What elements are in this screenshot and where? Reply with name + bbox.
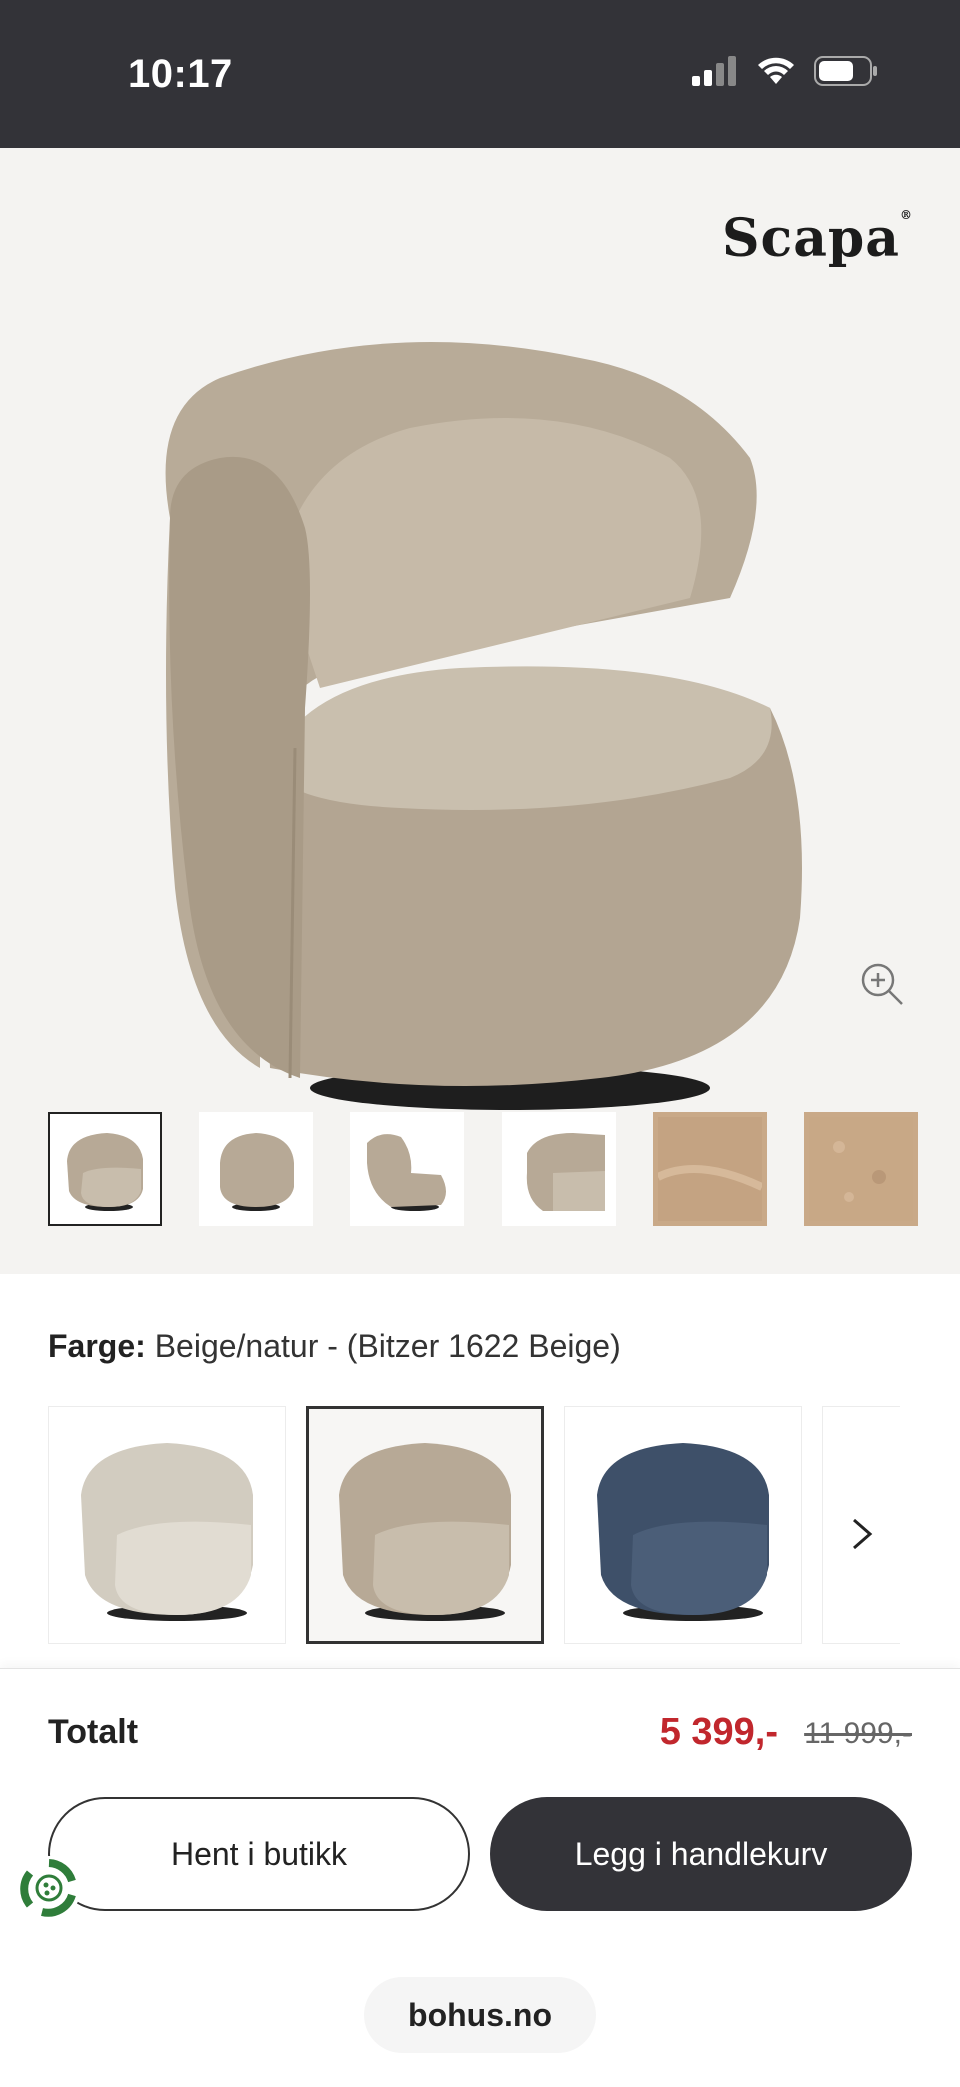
battery-icon — [814, 56, 877, 86]
add-to-cart-button[interactable]: Legg i handlekurv — [490, 1797, 912, 1911]
product-gallery: Scapa® — [0, 148, 960, 1274]
browser-url-pill[interactable]: bohus.no — [364, 1977, 596, 2053]
color-section: Farge: Beige/natur - (Bitzer 1622 Beige) — [0, 1274, 960, 1674]
color-variant-light[interactable] — [48, 1406, 286, 1644]
color-label: Farge: — [48, 1328, 146, 1364]
status-time: 10:17 — [128, 52, 233, 96]
brand-name: Scapa — [722, 208, 900, 269]
thumbnail-chair-side[interactable] — [350, 1112, 465, 1226]
thumbnail-fabric-closeup[interactable] — [803, 1112, 918, 1226]
wifi-icon — [758, 57, 794, 84]
fabric-closeup-image — [808, 1117, 913, 1221]
thumbnail-chair-angle[interactable] — [501, 1112, 616, 1226]
variant-chair-image — [339, 1443, 511, 1621]
chevron-right-icon[interactable] — [842, 1514, 882, 1554]
main-product-image[interactable] — [130, 268, 830, 1128]
purchase-bar: Totalt 5 399,- 11 999,- Hent i butikk Le… — [0, 1668, 960, 2087]
thumbnail-fabric-swatch[interactable] — [652, 1112, 767, 1226]
variant-chair-image — [81, 1443, 253, 1621]
zoom-icon[interactable] — [858, 960, 906, 1008]
color-heading: Farge: Beige/natur - (Bitzer 1622 Beige) — [48, 1328, 621, 1365]
brand-logo: Scapa® — [722, 208, 913, 269]
thumbnail-strip — [48, 1112, 918, 1226]
thumbnail-chair-back[interactable] — [199, 1112, 314, 1226]
current-price: 5 399,- — [659, 1711, 778, 1753]
color-variant-beige[interactable] — [306, 1406, 544, 1644]
chair-thumbnail-image — [526, 1133, 605, 1211]
original-price: 11 999,- — [804, 1717, 912, 1750]
color-value: Beige/natur - (Bitzer 1622 Beige) — [154, 1328, 621, 1364]
color-variant-list — [48, 1406, 900, 1646]
variant-chair-image — [597, 1443, 769, 1621]
chair-thumbnail-image — [220, 1133, 295, 1211]
pickup-in-store-button[interactable]: Hent i butikk — [48, 1797, 470, 1911]
cellular-signal-icon — [692, 56, 736, 86]
recycle-badge-icon[interactable] — [16, 1855, 82, 1921]
status-bar: 10:17 — [0, 0, 960, 148]
chair-thumbnail-image — [67, 1133, 143, 1211]
thumbnail-chair-front[interactable] — [48, 1112, 162, 1226]
fabric-swatch-image — [657, 1117, 762, 1221]
status-icons — [692, 56, 878, 86]
color-variant-blue[interactable] — [564, 1406, 802, 1644]
total-label: Totalt — [48, 1713, 139, 1751]
chair-thumbnail-image — [367, 1134, 447, 1211]
